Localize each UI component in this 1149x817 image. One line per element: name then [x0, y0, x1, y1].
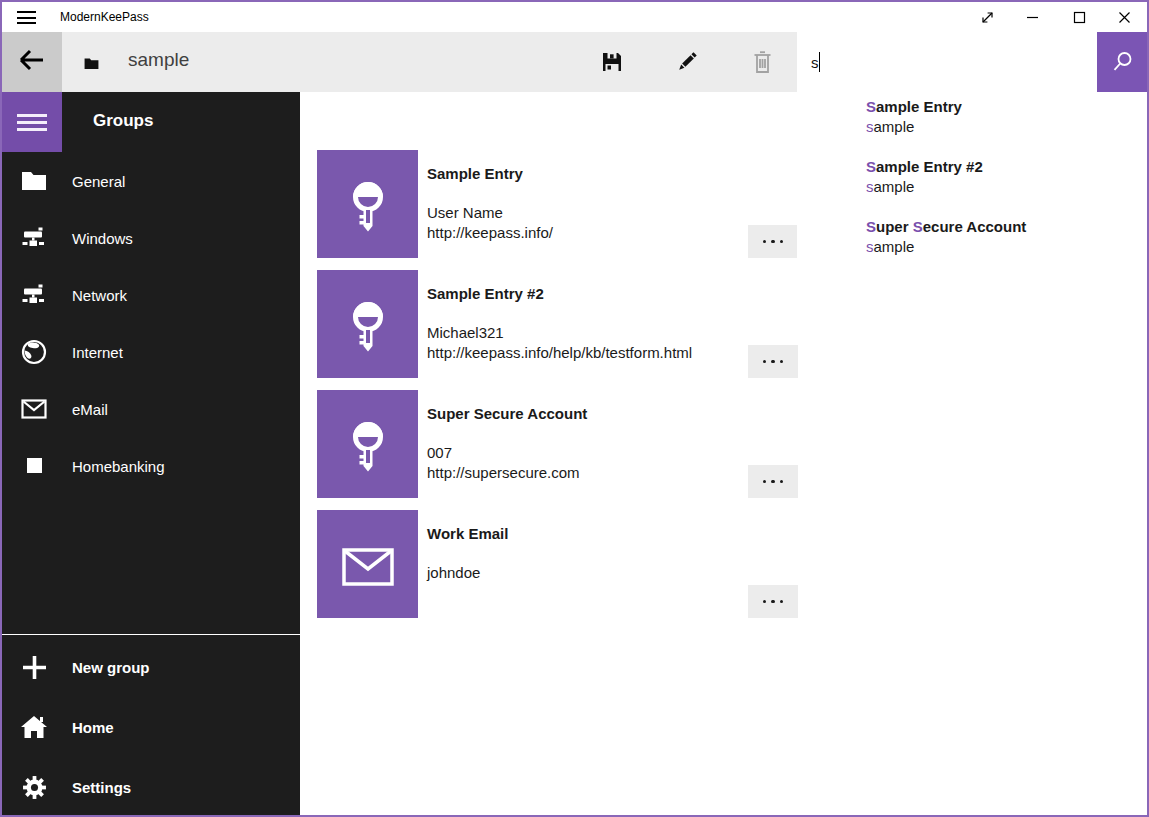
- suggestion-item[interactable]: Sample Entry sample: [866, 97, 962, 157]
- menu-button[interactable]: [2, 92, 62, 152]
- suggestion-item[interactable]: Super Secure Account sample: [866, 217, 1026, 277]
- sidebar-item-label: Home: [72, 719, 114, 736]
- minimize-button[interactable]: [1009, 2, 1055, 32]
- search-query: s: [811, 54, 819, 71]
- maximize-button[interactable]: [1056, 2, 1102, 32]
- back-button[interactable]: [2, 32, 62, 92]
- entry-title: Super Secure Account: [427, 405, 587, 422]
- entry-tile-key-icon: [317, 270, 418, 378]
- entry-title: Sample Entry #2: [427, 285, 544, 302]
- ellipsis-icon: [763, 240, 767, 244]
- network-icon: [20, 281, 48, 309]
- delete-button[interactable]: [742, 42, 782, 82]
- gear-icon: [20, 773, 48, 801]
- ellipsis-icon: [763, 360, 767, 364]
- entry-detail: Michael321: [427, 324, 504, 341]
- entry-row[interactable]: Super Secure Account 007 http://supersecu…: [317, 390, 798, 498]
- delete-icon: [753, 51, 772, 73]
- more-button[interactable]: [748, 345, 798, 378]
- sidebar-item-label: eMail: [72, 400, 108, 417]
- sidebar-item-email[interactable]: eMail: [2, 380, 300, 437]
- plus-icon: [20, 653, 48, 681]
- entry-row[interactable]: Sample Entry User Name http://keepass.inf…: [317, 150, 798, 258]
- entry-detail: 007: [427, 444, 452, 461]
- suggestion-title: Sample Entry: [866, 97, 962, 117]
- entry-title: Work Email: [427, 525, 508, 542]
- sidebar-item-label: Homebanking: [72, 457, 165, 474]
- database-title: sample: [128, 49, 189, 71]
- hamburger-icon: [17, 11, 36, 24]
- folder-icon: [20, 167, 48, 195]
- entry-tile-key-icon: [317, 150, 418, 258]
- more-button[interactable]: [748, 225, 798, 258]
- suggestion-subtitle: sample: [866, 117, 962, 137]
- sidebar-item-general[interactable]: General: [2, 152, 300, 209]
- mail-icon: [20, 395, 48, 423]
- entry-detail: http://keepass.info/help/kb/testform.htm…: [427, 344, 692, 361]
- edit-button[interactable]: [667, 42, 707, 82]
- text-caret: [819, 52, 820, 72]
- sidebar-item-label: Internet: [72, 343, 123, 360]
- ellipsis-icon: [763, 480, 767, 484]
- suggestion-title: Sample Entry #2: [866, 157, 983, 177]
- groups-header: Groups: [93, 111, 153, 131]
- square-icon: [20, 452, 48, 480]
- sidebar-action-settings[interactable]: Settings: [2, 757, 300, 817]
- sidebar-item-label: Network: [72, 286, 127, 303]
- search-suggestions: Sample Entry sample Sample Entry #2 samp…: [797, 92, 1147, 340]
- sidebar-item-label: New group: [72, 659, 150, 676]
- edit-icon: [676, 51, 698, 73]
- ellipsis-icon: [763, 600, 767, 604]
- save-button[interactable]: [592, 42, 632, 82]
- entry-title: Sample Entry: [427, 165, 523, 182]
- back-arrow-icon: [19, 49, 45, 75]
- entry-detail: http://supersecure.com: [427, 464, 580, 481]
- entry-row[interactable]: Work Email johndoe: [317, 510, 798, 618]
- suggestion-title: Super Secure Account: [866, 217, 1026, 237]
- more-button[interactable]: [748, 585, 798, 618]
- sidebar-divider: [2, 634, 300, 635]
- sidebar-item-homebanking[interactable]: Homebanking: [2, 437, 300, 494]
- suggestion-subtitle: sample: [866, 177, 983, 197]
- sidebar-action-new-group[interactable]: New group: [2, 637, 300, 697]
- window-title: ModernKeePass: [60, 10, 149, 24]
- entry-detail: User Name: [427, 204, 503, 221]
- network-icon: [20, 224, 48, 252]
- save-icon: [602, 52, 622, 72]
- entry-tile-key-icon: [317, 390, 418, 498]
- entry-tile-mail-tile-icon: [317, 510, 418, 618]
- search-button[interactable]: [1097, 32, 1147, 92]
- database-icon: [84, 55, 99, 73]
- groups-list: General Windows Network Internet eMail H…: [2, 152, 300, 494]
- suggestion-item[interactable]: Sample Entry #2 sample: [866, 157, 983, 217]
- sidebar-item-internet[interactable]: Internet: [2, 323, 300, 380]
- search-icon: [1111, 51, 1133, 73]
- sidebar-item-label: Windows: [72, 229, 133, 246]
- sidebar-item-network[interactable]: Network: [2, 266, 300, 323]
- close-button[interactable]: [1101, 2, 1147, 32]
- more-button[interactable]: [748, 465, 798, 498]
- home-icon: [20, 713, 48, 741]
- titlebar: ModernKeePass: [2, 2, 1147, 32]
- entry-detail: johndoe: [427, 564, 480, 581]
- search-input[interactable]: s: [797, 32, 1097, 92]
- entry-detail: http://keepass.info/: [427, 224, 553, 241]
- hamburger-menu-icon: [17, 114, 47, 131]
- globe-icon: [20, 338, 48, 366]
- suggestion-subtitle: sample: [866, 237, 1026, 257]
- command-bar: sample: [62, 32, 797, 92]
- sidebar-item-label: General: [72, 172, 125, 189]
- sidebar-actions: New group Home Settings: [2, 637, 300, 817]
- entry-row[interactable]: Sample Entry #2 Michael321 http://keepass…: [317, 270, 798, 378]
- sidebar-item-label: Settings: [72, 779, 131, 796]
- sidebar-item-windows[interactable]: Windows: [2, 209, 300, 266]
- sidebar-action-home[interactable]: Home: [2, 697, 300, 757]
- app-window: ModernKeePass sample: [0, 0, 1149, 817]
- sidebar: Groups General Windows Network Internet …: [2, 92, 300, 815]
- fullscreen-button[interactable]: [964, 2, 1010, 32]
